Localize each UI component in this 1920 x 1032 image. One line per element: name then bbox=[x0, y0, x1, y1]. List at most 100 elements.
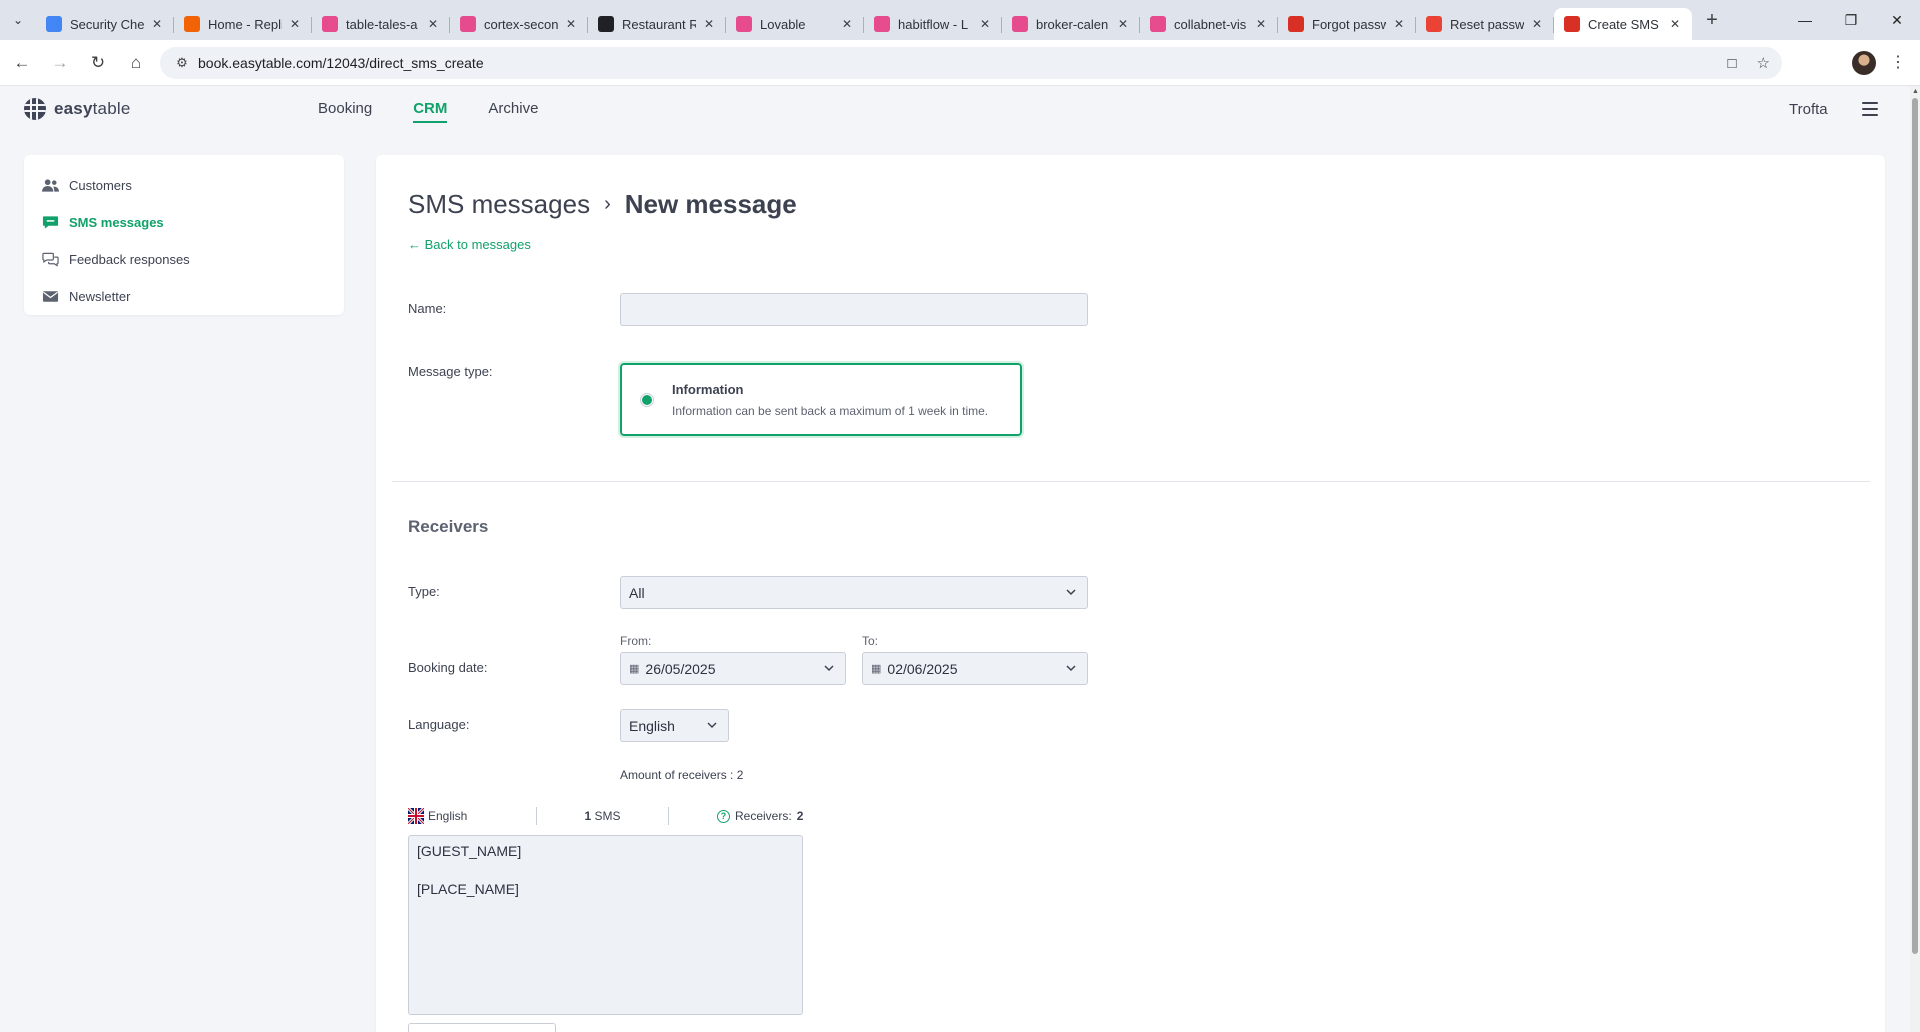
browser-tab[interactable]: Lovable ✕ bbox=[726, 8, 864, 40]
name-label: Name: bbox=[408, 301, 447, 316]
page-scrollbar[interactable]: ▲ bbox=[1910, 86, 1920, 1032]
tab-favicon-icon bbox=[598, 16, 614, 32]
tab-favicon-icon bbox=[1426, 16, 1442, 32]
tab-close-icon[interactable]: ✕ bbox=[704, 17, 716, 31]
sidebar-item-customers[interactable]: Customers bbox=[24, 167, 344, 204]
tab-label: Lovable bbox=[760, 16, 806, 32]
reload-icon[interactable]: ↻ bbox=[82, 47, 114, 79]
browser-tab[interactable]: Create SMS ✕ bbox=[1554, 8, 1692, 40]
chat-icon bbox=[41, 215, 59, 231]
comments-icon bbox=[41, 252, 59, 268]
minimize-icon[interactable]: — bbox=[1782, 0, 1828, 40]
tab-close-icon[interactable]: ✕ bbox=[1670, 17, 1682, 31]
tab-strip: Security Check✕Home - Replit✕table-tales… bbox=[36, 0, 1692, 40]
url-text: book.easytable.com/12043/direct_sms_crea… bbox=[198, 55, 484, 71]
uk-flag-icon bbox=[408, 808, 424, 824]
forward-arrow-icon[interactable]: → bbox=[44, 47, 76, 79]
browser-tab[interactable]: habitflow - L ✕ bbox=[864, 8, 1002, 40]
main-panel: SMS messages › New message ← Back to mes… bbox=[376, 155, 1885, 1032]
tab-favicon-icon bbox=[1012, 16, 1028, 32]
easytable-logo[interactable]: easytable bbox=[24, 98, 131, 120]
name-input[interactable] bbox=[620, 293, 1088, 326]
home-icon[interactable]: ⌂ bbox=[120, 47, 152, 79]
tab-favicon-icon bbox=[874, 16, 890, 32]
browser-tab[interactable]: broker-calen ✕ bbox=[1002, 8, 1140, 40]
browser-tab[interactable]: collabnet-vis ✕ bbox=[1140, 8, 1278, 40]
tab-close-icon[interactable]: ✕ bbox=[980, 17, 992, 31]
from-label: From: bbox=[620, 634, 652, 648]
booking-date-to-select[interactable]: ▦ 02/06/2025 bbox=[862, 652, 1088, 685]
sidebar-item-sms-messages[interactable]: SMS messages bbox=[24, 204, 344, 241]
account-name[interactable]: Trofta bbox=[1789, 101, 1828, 118]
page-title: New message bbox=[624, 189, 797, 219]
radio-selected-icon[interactable] bbox=[640, 393, 654, 407]
receiver-type-select[interactable]: All bbox=[620, 576, 1088, 609]
sidebar-item-feedback-responses[interactable]: Feedback responses bbox=[24, 241, 344, 278]
install-app-icon[interactable]: □ bbox=[1727, 55, 1736, 72]
restore-icon[interactable]: ❐ bbox=[1828, 0, 1874, 40]
browser-tab[interactable]: Restaurant R ✕ bbox=[588, 8, 726, 40]
language-select[interactable]: English bbox=[620, 709, 729, 742]
tab-close-icon[interactable]: ✕ bbox=[842, 17, 854, 31]
browser-menu-icon[interactable]: ⋮ bbox=[1888, 51, 1908, 75]
to-label: To: bbox=[862, 634, 879, 648]
sms-count: 1 SMS bbox=[584, 809, 621, 823]
hamburger-menu-icon[interactable] bbox=[1862, 102, 1878, 116]
browser-tab[interactable]: cortex-secon ✕ bbox=[450, 8, 588, 40]
tab-close-icon[interactable]: ✕ bbox=[1532, 17, 1544, 31]
profile-avatar[interactable] bbox=[1852, 51, 1876, 75]
tab-favicon-icon bbox=[322, 16, 338, 32]
tab-label: Create SMS bbox=[1588, 16, 1659, 32]
nav-crm[interactable]: CRM bbox=[413, 100, 448, 123]
tab-close-icon[interactable]: ✕ bbox=[428, 17, 440, 31]
nav-archive[interactable]: Archive bbox=[488, 100, 538, 123]
nav-booking[interactable]: Booking bbox=[318, 100, 372, 123]
tab-favicon-icon bbox=[460, 16, 476, 32]
bookmark-star-icon[interactable]: ☆ bbox=[1757, 54, 1770, 72]
message-type-description: Information can be sent back a maximum o… bbox=[672, 404, 989, 418]
tab-close-icon[interactable]: ✕ bbox=[566, 17, 578, 31]
url-field[interactable]: ⚙ book.easytable.com/12043/direct_sms_cr… bbox=[160, 47, 1782, 79]
scroll-up-arrow-icon[interactable]: ▲ bbox=[1912, 88, 1919, 95]
message-type-label: Message type: bbox=[408, 364, 493, 379]
close-window-icon[interactable]: ✕ bbox=[1874, 0, 1920, 40]
tab-close-icon[interactable]: ✕ bbox=[1118, 17, 1130, 31]
back-to-messages-link[interactable]: ← Back to messages bbox=[408, 237, 531, 252]
browser-tab[interactable]: Home - Replit ✕ bbox=[174, 8, 312, 40]
browser-tab[interactable]: Forgot passw ✕ bbox=[1278, 8, 1416, 40]
message-type-information-option[interactable]: Information Information can be sent back… bbox=[618, 361, 1024, 438]
chevron-down-icon bbox=[824, 665, 834, 672]
back-arrow-icon[interactable]: ← bbox=[6, 47, 38, 79]
new-tab-button[interactable]: + bbox=[1696, 4, 1728, 36]
sidebar-item-newsletter[interactable]: Newsletter bbox=[24, 278, 344, 315]
receivers-heading: Receivers bbox=[408, 517, 489, 536]
browser-tab[interactable]: table-tales-a ✕ bbox=[312, 8, 450, 40]
tab-close-icon[interactable]: ✕ bbox=[1256, 17, 1268, 31]
tab-favicon-icon bbox=[184, 16, 200, 32]
breadcrumb-parent[interactable]: SMS messages bbox=[408, 189, 590, 220]
tab-close-icon[interactable]: ✕ bbox=[290, 17, 302, 31]
sidebar-item-label: Feedback responses bbox=[69, 252, 190, 267]
sms-message-textarea[interactable]: [GUEST_NAME] [PLACE_NAME] bbox=[408, 835, 803, 1015]
tab-close-icon[interactable]: ✕ bbox=[152, 17, 164, 31]
users-icon bbox=[41, 178, 59, 194]
site-settings-icon[interactable]: ⚙ bbox=[168, 55, 196, 71]
browser-tab[interactable]: Reset passw ✕ bbox=[1416, 8, 1554, 40]
language-label: Language: bbox=[408, 717, 470, 732]
insert-variable-button[interactable] bbox=[408, 1023, 556, 1032]
booking-date-from-select[interactable]: ▦ 26/05/2025 bbox=[620, 652, 846, 685]
question-circle-icon[interactable]: ? bbox=[717, 809, 730, 823]
tab-favicon-icon bbox=[1564, 16, 1580, 32]
tab-search-chevron-icon[interactable]: ⌄ bbox=[0, 0, 36, 40]
tab-label: Restaurant R bbox=[622, 16, 696, 32]
from-date-value: 26/05/2025 bbox=[645, 660, 716, 677]
sms-receivers: ? Receivers: 2 bbox=[717, 809, 803, 823]
tab-close-icon[interactable]: ✕ bbox=[1394, 17, 1406, 31]
tab-favicon-icon bbox=[46, 16, 62, 32]
scrollbar-thumb[interactable] bbox=[1912, 98, 1918, 954]
tab-favicon-icon bbox=[736, 16, 752, 32]
message-type-title: Information bbox=[672, 382, 744, 397]
tab-label: Home - Replit bbox=[208, 16, 282, 32]
to-date-value: 02/06/2025 bbox=[887, 660, 958, 677]
browser-tab[interactable]: Security Check ✕ bbox=[36, 8, 174, 40]
